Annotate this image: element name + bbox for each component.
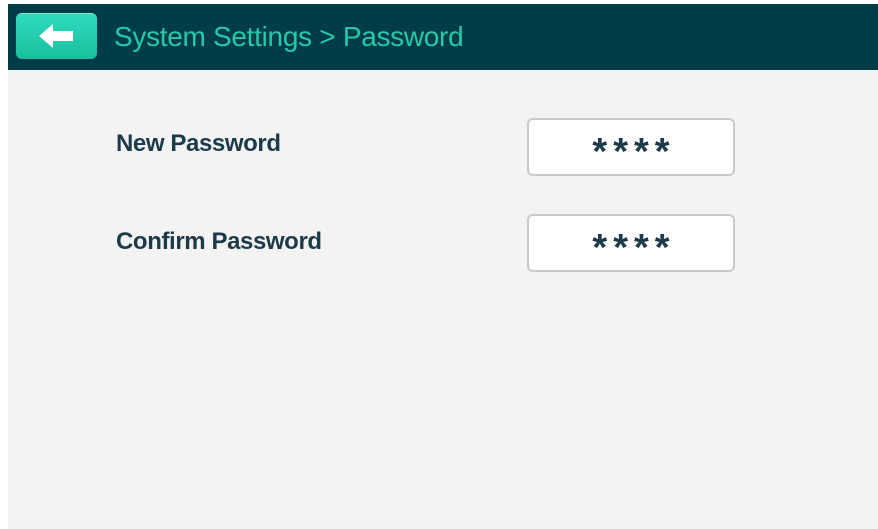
password-settings-screen: System Settings > Password New Password … <box>8 4 878 529</box>
new-password-label: New Password <box>116 130 281 157</box>
new-password-field[interactable]: **** <box>527 118 735 176</box>
confirm-password-label: Confirm Password <box>116 228 322 255</box>
confirm-password-field[interactable]: **** <box>527 214 735 272</box>
page-title: System Settings > Password <box>114 21 464 52</box>
arrow-left-icon <box>39 24 73 48</box>
back-button[interactable] <box>16 13 97 59</box>
confirm-password-value: **** <box>592 227 676 269</box>
header-bar: System Settings > Password <box>8 4 878 70</box>
new-password-value: **** <box>592 131 676 173</box>
